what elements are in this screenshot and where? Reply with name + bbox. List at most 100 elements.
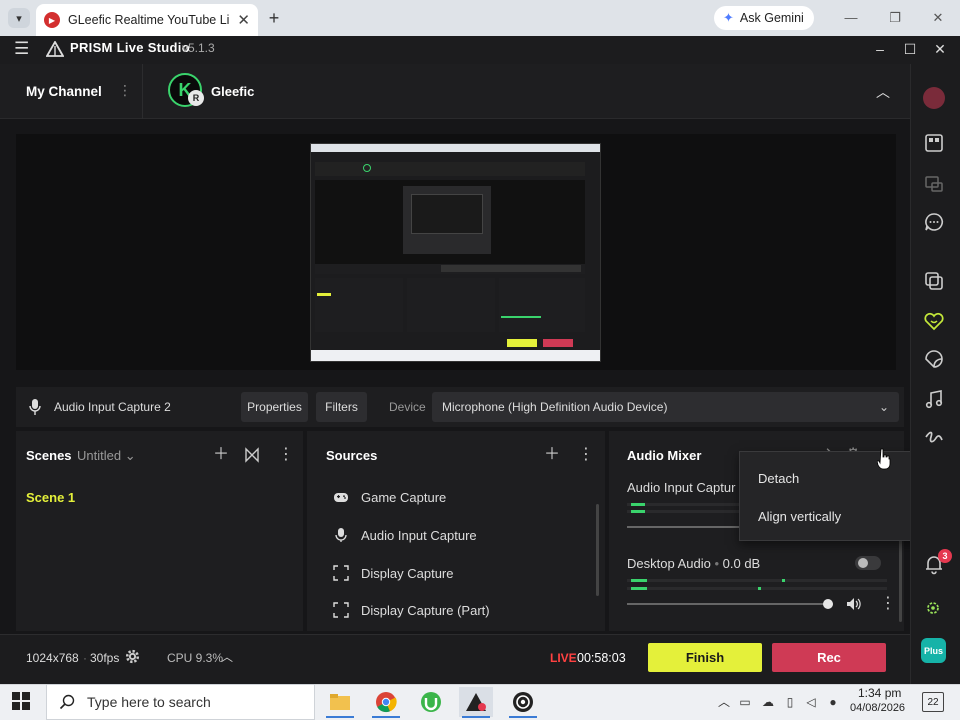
source-item-label: Display Capture	[361, 565, 454, 581]
rec-button[interactable]: Rec	[772, 643, 886, 672]
source-item[interactable]: Display Capture	[333, 565, 454, 581]
device-select-value: Microphone (High Definition Audio Device…	[442, 400, 668, 414]
mixer-channel-label: Desktop Audio	[627, 556, 711, 571]
source-item-label: Audio Input Capture	[361, 527, 477, 543]
sources-more-icon[interactable]: ⋮	[578, 447, 594, 463]
scenes-more-icon[interactable]: ⋮	[278, 447, 294, 463]
taskbar-active-indicator	[326, 716, 354, 718]
fps-readout: 30fps	[90, 651, 120, 665]
mixer-channel-name: Desktop Audio • 0.0 dB	[627, 556, 761, 571]
add-scene-icon[interactable]: ＋	[213, 447, 229, 463]
selected-source-name: Audio Input Capture 2	[54, 400, 171, 414]
finish-button[interactable]: Finish	[648, 643, 762, 672]
device-select[interactable]: Microphone (High Definition Audio Device…	[432, 392, 899, 422]
mixer-scrollbar[interactable]	[899, 540, 902, 622]
audio-mixer-title: Audio Mixer	[627, 448, 702, 463]
right-sidebar	[910, 64, 960, 684]
new-tab-button[interactable]: +	[264, 8, 284, 28]
taskbar-active-indicator	[509, 716, 537, 718]
scene-transition-icon[interactable]	[244, 447, 260, 463]
resolution-readout: 1024x768	[26, 651, 79, 665]
mixer-meter-fill	[631, 579, 647, 582]
add-source-icon[interactable]: ＋	[544, 447, 560, 463]
layout-grid-icon[interactable]	[923, 132, 945, 154]
gear-icon[interactable]	[124, 648, 141, 665]
notification-count-badge: 3	[938, 549, 952, 563]
properties-button[interactable]: Properties	[241, 392, 308, 422]
tray-device-icon[interactable]: ▯	[782, 694, 798, 710]
source-item[interactable]: Display Capture (Part)	[333, 602, 490, 618]
chrome-icon[interactable]	[369, 687, 403, 717]
settings-share-icon[interactable]	[923, 597, 945, 619]
microphone-icon	[29, 399, 41, 415]
live-indicator: LIVE	[550, 651, 577, 665]
tray-cloud-icon[interactable]: ☁	[760, 694, 776, 710]
context-menu-item-align-vertically[interactable]: Align vertically	[758, 509, 841, 524]
browser-close-icon[interactable]: ✕	[927, 8, 949, 28]
tab-search-dropdown-icon[interactable]: ▾	[8, 8, 30, 28]
cpu-usage: CPU 9.3%	[167, 651, 224, 665]
search-placeholder: Type here to search	[87, 694, 211, 710]
tray-chevron-up-icon[interactable]: ︿	[716, 694, 732, 710]
chevron-down-icon: ⌄	[878, 400, 889, 414]
multi-layer-icon[interactable]	[923, 270, 945, 292]
scene-item[interactable]: Scene 1	[26, 490, 75, 505]
mixer-meter	[627, 587, 887, 590]
windows-start-icon[interactable]	[12, 692, 30, 710]
mixer-channel-more-icon[interactable]: ⋮	[880, 596, 896, 612]
ask-gemini-button[interactable]: ✦ Ask Gemini	[714, 6, 814, 30]
app-name: PRISM Live Studio	[70, 40, 190, 55]
tray-mic-icon[interactable]: ●	[825, 694, 841, 710]
profile-avatar[interactable]	[923, 87, 945, 109]
prism-plus-badge[interactable]: Plus	[921, 638, 946, 663]
taskbar-search-input[interactable]: Type here to search	[46, 684, 315, 720]
gamepad-icon	[334, 493, 348, 502]
speaker-icon[interactable]	[845, 596, 861, 612]
drawing-pen-icon[interactable]	[923, 427, 945, 449]
scene-collection-label: Untitled	[77, 448, 122, 463]
utorrent-icon[interactable]	[414, 687, 448, 717]
taskbar-time[interactable]: 1:34 pm	[858, 686, 901, 700]
chevron-up-icon[interactable]: ︿	[221, 648, 233, 665]
source-item[interactable]: Audio Input Capture	[333, 527, 477, 543]
search-icon	[59, 694, 75, 710]
mixer-volume-knob[interactable]	[823, 599, 833, 609]
tray-speaker-icon[interactable]: ◁	[803, 694, 819, 710]
file-explorer-icon[interactable]	[323, 687, 357, 717]
prism-taskbar-icon[interactable]	[459, 687, 493, 717]
sources-scrollbar[interactable]	[596, 504, 599, 596]
sources-title: Sources	[326, 448, 378, 463]
browser-minimize-icon[interactable]: —	[840, 8, 862, 28]
filters-button[interactable]: Filters	[316, 392, 367, 422]
channel-more-icon[interactable]: ⋮	[118, 82, 132, 99]
heart-sticker-icon[interactable]	[923, 310, 945, 332]
mixer-volume-slider[interactable]	[627, 603, 833, 605]
mixer-meter-fill	[631, 587, 647, 590]
mixer-meter-peak	[758, 587, 761, 590]
music-note-icon[interactable]	[923, 388, 945, 410]
mixer-volume-slider[interactable]	[627, 526, 739, 528]
action-center-icon[interactable]: 22	[922, 692, 944, 712]
tab-close-icon[interactable]: ✕	[237, 11, 250, 29]
my-channel-label[interactable]: My Channel	[26, 84, 102, 99]
app-close-icon[interactable]: ✕	[929, 38, 951, 60]
taskbar-date[interactable]: 04/08/2026	[850, 702, 905, 714]
chevron-up-icon[interactable]: ︿	[876, 82, 890, 102]
browser-restore-icon[interactable]: ❐	[884, 8, 906, 28]
source-item[interactable]: Game Capture	[333, 489, 446, 505]
mixer-meter	[627, 579, 887, 582]
scene-collection-dropdown[interactable]: Untitled ⌄	[77, 448, 136, 464]
obs-icon[interactable]	[506, 687, 540, 717]
context-menu-item-detach[interactable]: Detach	[758, 471, 799, 486]
sticker-icon[interactable]	[923, 348, 945, 370]
divider	[142, 64, 143, 119]
device-label: Device	[389, 400, 426, 414]
chat-icon[interactable]	[923, 211, 945, 233]
channel-name: Gleefic	[211, 84, 255, 99]
app-maximize-icon[interactable]: ☐	[899, 38, 921, 60]
tray-network-icon[interactable]: ▭	[737, 694, 753, 710]
hamburger-menu-icon[interactable]: ☰	[14, 40, 32, 58]
screen-share-icon[interactable]	[923, 173, 945, 195]
browser-tab-active[interactable]: ▶ GLeefic Realtime YouTube Live ✕	[36, 4, 258, 36]
app-minimize-icon[interactable]: –	[869, 38, 891, 60]
